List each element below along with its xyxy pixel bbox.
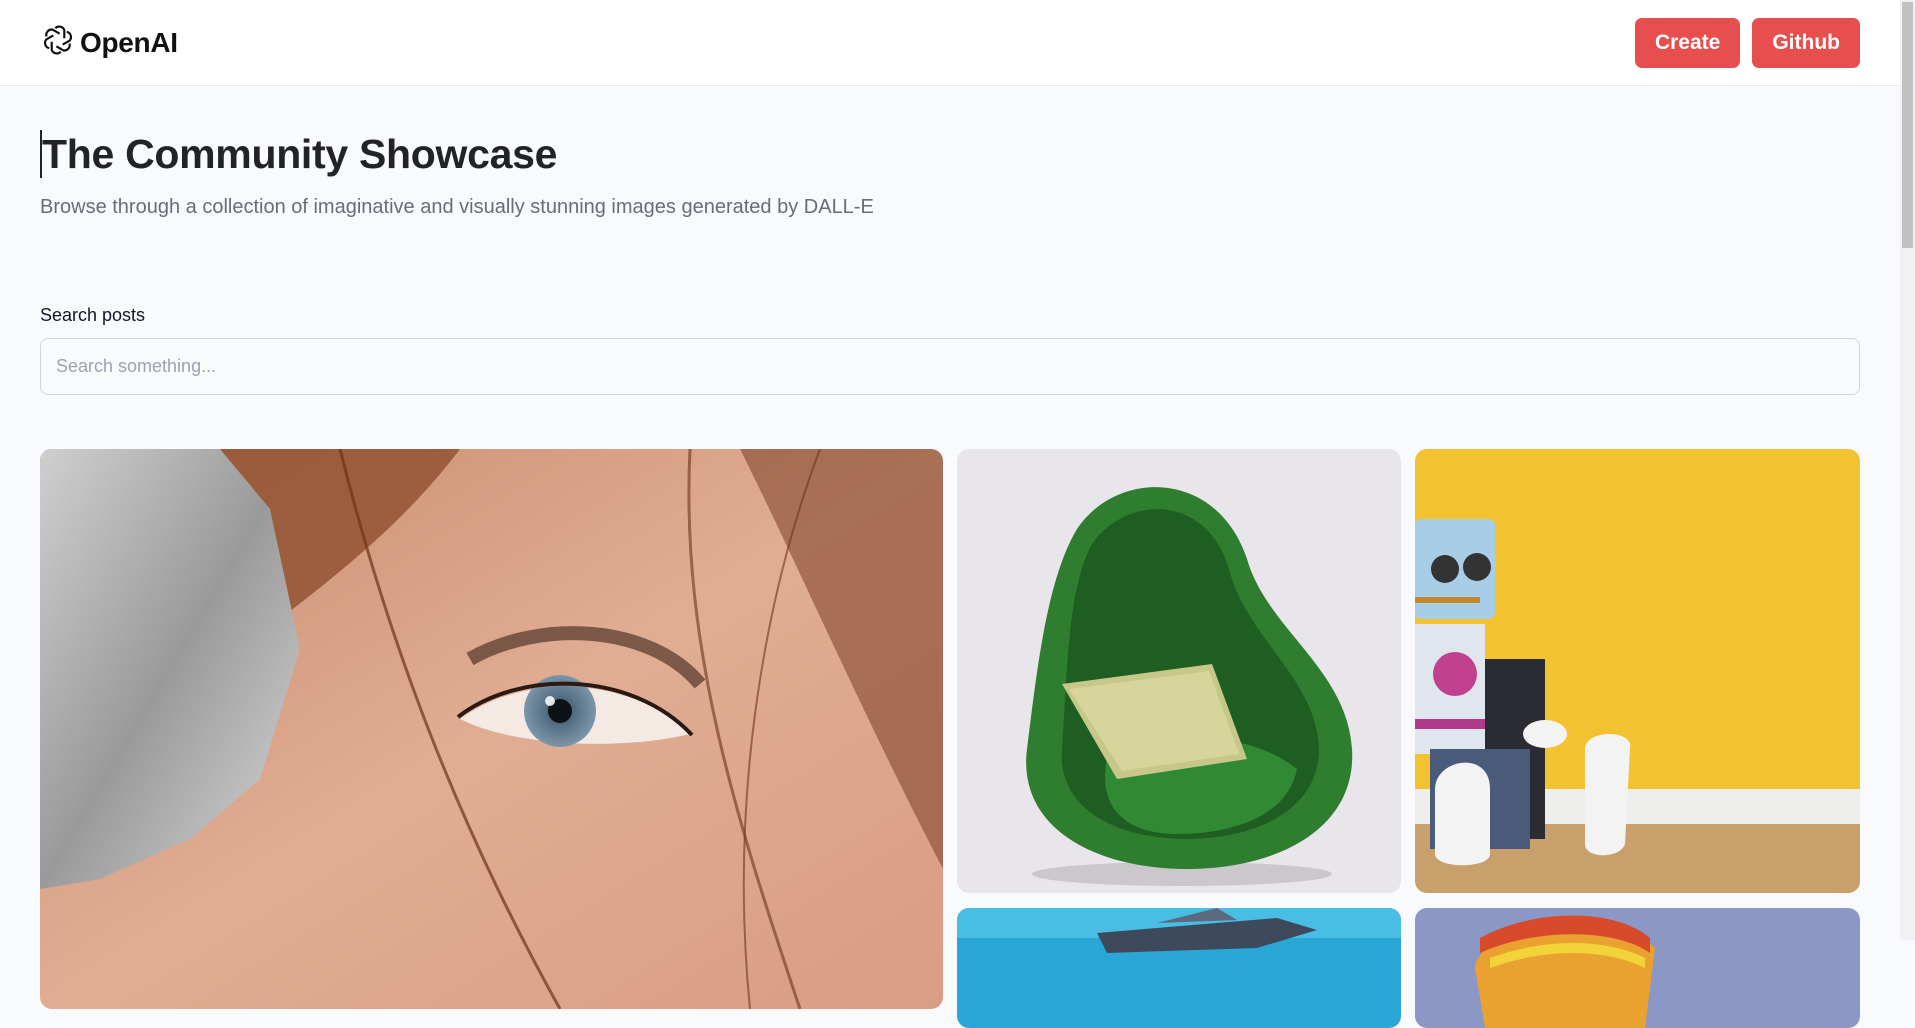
header-nav: Create Github: [1634, 17, 1860, 68]
page-subtitle: Browse through a collection of imaginati…: [40, 196, 874, 218]
github-button[interactable]: Github: [1752, 17, 1860, 68]
openai-logo[interactable]: OpenAI: [40, 22, 178, 63]
search-input[interactable]: [40, 338, 1860, 395]
logo-text: OpenAI: [80, 26, 178, 58]
create-button[interactable]: Create: [1634, 17, 1741, 68]
toy-robot-image[interactable]: [1415, 449, 1860, 893]
balloon-image[interactable]: [1415, 908, 1860, 1028]
spaceship-image[interactable]: [957, 908, 1401, 1028]
page-title: The Community Showcase: [40, 130, 1860, 178]
search-label: Search posts: [40, 305, 146, 325]
image-gallery: [40, 449, 1860, 1028]
green-chair-image[interactable]: [957, 449, 1401, 893]
openai-logo-icon: [40, 22, 76, 63]
top-navbar: OpenAI Create Github: [0, 0, 1900, 86]
main-content: The Community Showcase Browse through a …: [40, 86, 1860, 395]
scrollbar-thumb[interactable]: [1902, 2, 1913, 248]
close-up-eye-image[interactable]: [40, 449, 943, 1009]
page-scrollbar[interactable]: [1900, 0, 1915, 940]
